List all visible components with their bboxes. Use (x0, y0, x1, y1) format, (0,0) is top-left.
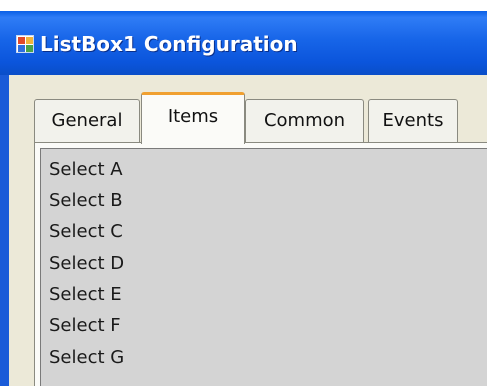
list-item[interactable]: Select D (49, 249, 124, 279)
configuration-window: ListBox1 Configuration General Items Com… (0, 0, 487, 386)
list-item[interactable]: Select E (49, 280, 122, 310)
window-frame-left (0, 75, 9, 386)
window-title: ListBox1 Configuration (40, 32, 298, 56)
tab-common[interactable]: Common (245, 99, 364, 142)
list-item[interactable]: Select B (49, 186, 123, 216)
list-item[interactable]: Select G (49, 343, 124, 373)
listbox-app-icon (16, 35, 34, 53)
list-item[interactable]: Select C (49, 217, 123, 247)
list-item[interactable]: Select F (49, 311, 121, 341)
items-listbox[interactable]: Select A Select B Select C Select D Sele… (40, 148, 487, 386)
title-bar[interactable]: ListBox1 Configuration (0, 11, 487, 75)
list-item[interactable]: Select A (49, 155, 123, 185)
tab-events[interactable]: Events (368, 99, 458, 142)
tab-general[interactable]: General (34, 99, 140, 142)
tab-items[interactable]: Items (141, 92, 245, 144)
